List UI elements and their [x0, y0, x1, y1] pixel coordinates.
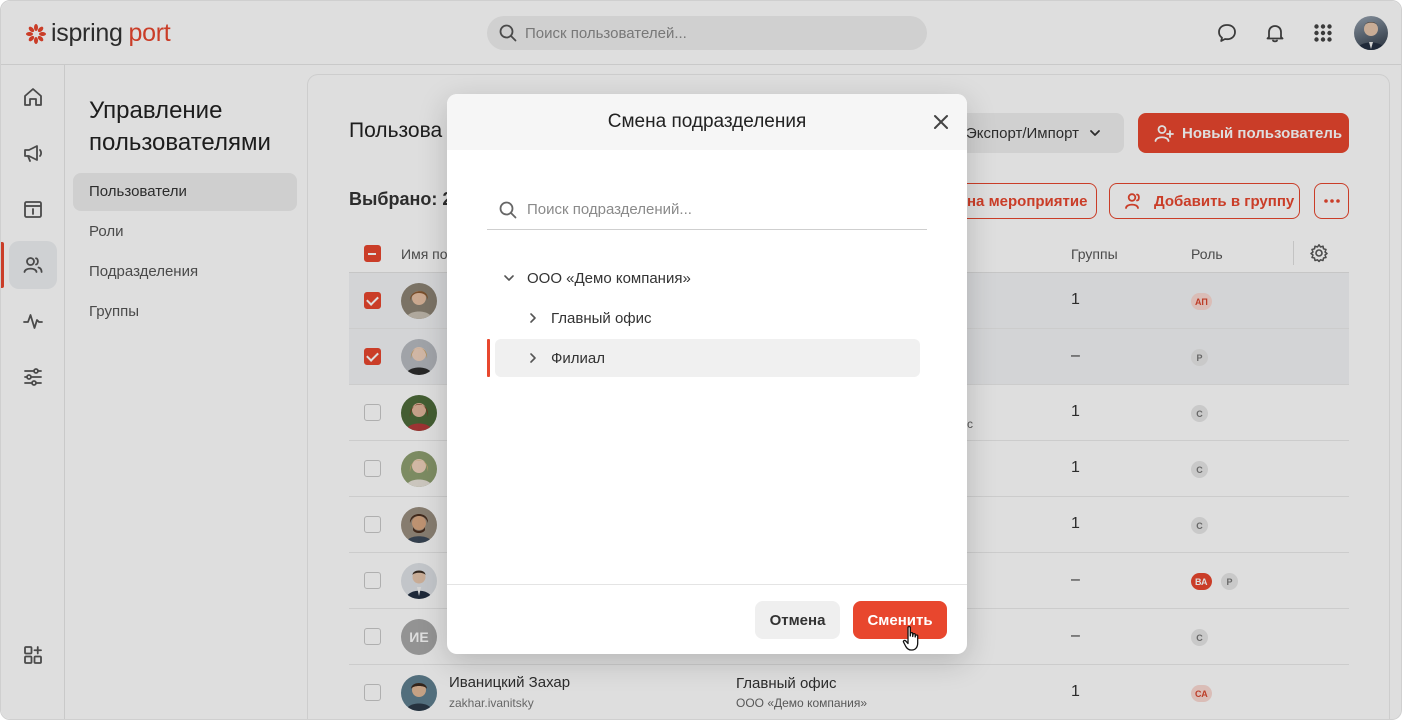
- tree-selection-marker: [487, 339, 490, 377]
- change-department-dialog: Смена подразделения ООО «Демо компания» …: [447, 94, 967, 654]
- app-window: ispring port Поиск пользователей... Упра…: [0, 0, 1402, 720]
- tree-node-main-office[interactable]: Главный офис: [527, 299, 921, 337]
- hand-cursor-icon: [902, 625, 919, 651]
- tree-node-label: Филиал: [551, 349, 606, 367]
- department-search-input[interactable]: [527, 201, 907, 218]
- change-button[interactable]: Сменить: [853, 601, 947, 639]
- chevron-down-icon[interactable]: [503, 272, 515, 284]
- dialog-title: Смена подразделения: [607, 111, 807, 132]
- dialog-footer: Отмена Сменить: [447, 584, 967, 654]
- tree-node-company[interactable]: ООО «Демо компания»: [503, 259, 921, 297]
- dialog-header: Смена подразделения: [447, 94, 967, 150]
- chevron-right-icon[interactable]: [527, 312, 539, 324]
- close-icon[interactable]: [930, 111, 952, 133]
- cancel-button[interactable]: Отмена: [755, 601, 840, 639]
- tree-node-branch[interactable]: Филиал: [495, 339, 920, 377]
- tree-node-label: ООО «Демо компания»: [527, 269, 691, 287]
- department-search-box[interactable]: [487, 190, 927, 230]
- search-icon: [499, 201, 517, 218]
- chevron-right-icon[interactable]: [527, 352, 539, 364]
- tree-node-label: Главный офис: [551, 309, 652, 327]
